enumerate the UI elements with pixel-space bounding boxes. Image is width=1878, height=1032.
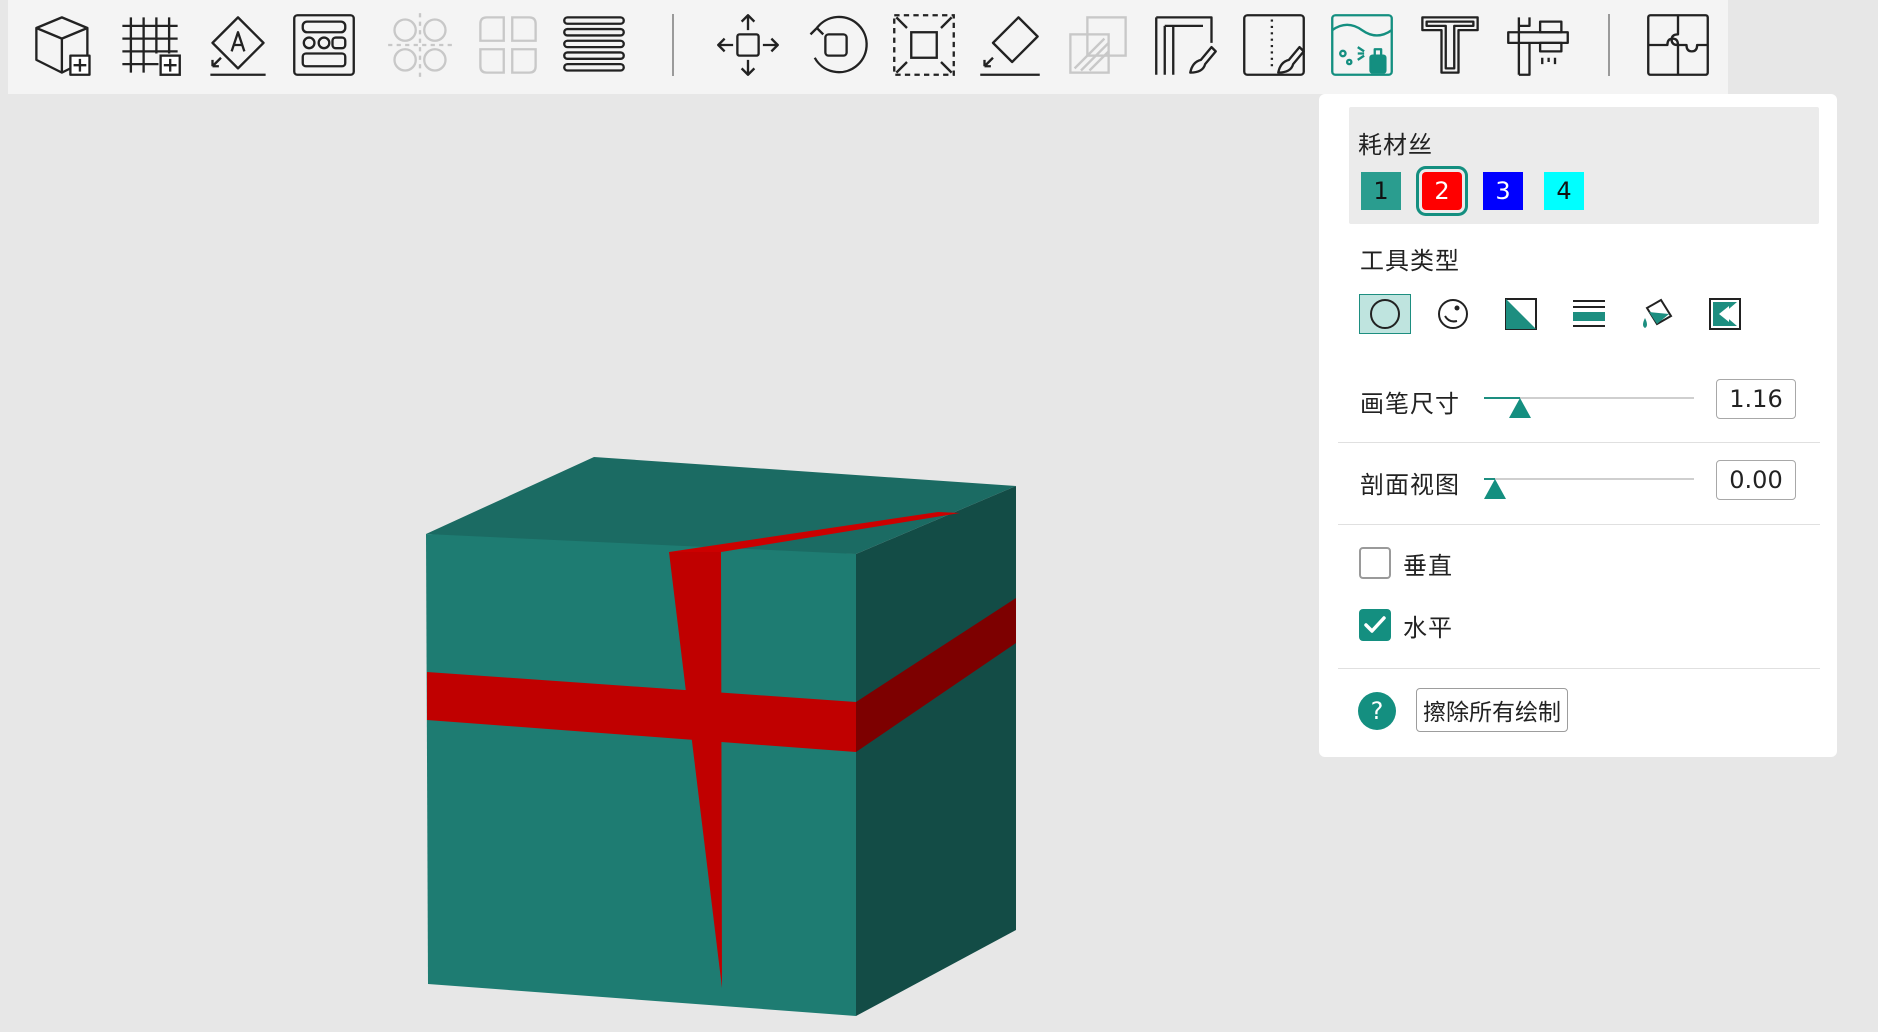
tool-height-range[interactable] [1563,294,1615,334]
split-parts-icon[interactable] [468,6,548,84]
tool-fill[interactable] [1631,294,1683,334]
horizontal-label: 水平 [1403,614,1453,642]
rotate-icon[interactable] [796,6,876,84]
split-objects-icon[interactable] [380,6,460,84]
divider [1338,442,1820,443]
slider-thumb[interactable] [1508,398,1531,418]
brush-size-label: 画笔尺寸 [1360,390,1460,418]
toolbar-separator [672,14,674,76]
cube-front-face[interactable] [426,534,856,1016]
arrange-icon[interactable] [284,6,364,84]
cube-right-face[interactable] [856,486,1016,1016]
horizontal-checkbox[interactable] [1359,609,1391,641]
support-painting-icon[interactable] [1146,6,1226,84]
tool-gap-fill[interactable] [1699,294,1751,334]
divider [1338,524,1820,525]
color-painting-panel: 耗材丝 1 2 3 4 工具类型 画笔尺寸 1.16 剖面视图 0.00 垂直 … [1319,94,1837,757]
slider-thumb[interactable] [1483,479,1506,499]
add-plate-icon[interactable] [110,6,190,84]
sphere-brush-icon [1438,299,1468,329]
divider [1338,668,1820,669]
lay-on-face-icon[interactable] [970,6,1050,84]
seam-painting-icon[interactable] [1234,6,1314,84]
filament-swatch-3[interactable]: 3 [1483,172,1523,210]
measure-icon[interactable] [1498,6,1578,84]
fill-bucket-icon [1643,298,1673,328]
check-icon [1364,616,1386,633]
filament-title: 耗材丝 [1358,131,1433,159]
gap-fill-icon [1709,298,1741,330]
section-view-label: 剖面视图 [1360,471,1460,499]
toolbar-separator [1608,14,1610,76]
vertical-checkbox[interactable] [1359,547,1391,579]
tool-triangle[interactable] [1495,294,1547,334]
auto-orient-icon[interactable] [198,6,278,84]
top-toolbar [8,0,1728,94]
erase-all-button[interactable]: 擦除所有绘制 [1416,688,1568,732]
filament-section: 耗材丝 1 2 3 4 [1349,107,1819,224]
scale-icon[interactable] [884,6,964,84]
color-painting-icon[interactable] [1322,6,1402,84]
brush-size-slider[interactable] [1484,392,1694,422]
text-icon[interactable] [1410,6,1490,84]
tool-sphere[interactable] [1427,294,1479,334]
help-icon[interactable]: ? [1358,692,1396,730]
brush-size-input[interactable]: 1.16 [1716,379,1796,419]
tool-type-title: 工具类型 [1360,247,1460,275]
section-view-input[interactable]: 0.00 [1716,460,1796,500]
circle-brush-icon [1370,299,1400,329]
filament-swatch-4[interactable]: 4 [1544,172,1584,210]
cut-icon[interactable] [1058,6,1138,84]
vertical-label: 垂直 [1403,552,1453,580]
triangle-brush-icon [1505,298,1537,330]
slider-track [1484,478,1694,480]
tool-circle[interactable] [1359,294,1411,334]
section-view-slider[interactable] [1483,473,1694,503]
assembly-icon[interactable] [1638,6,1718,84]
filament-swatch-2[interactable]: 2 [1422,172,1462,210]
add-object-icon[interactable] [24,6,104,84]
layer-editing-icon[interactable] [554,6,634,84]
height-range-icon [1573,300,1605,327]
filament-swatch-1[interactable]: 1 [1361,172,1401,210]
move-icon[interactable] [708,6,788,84]
